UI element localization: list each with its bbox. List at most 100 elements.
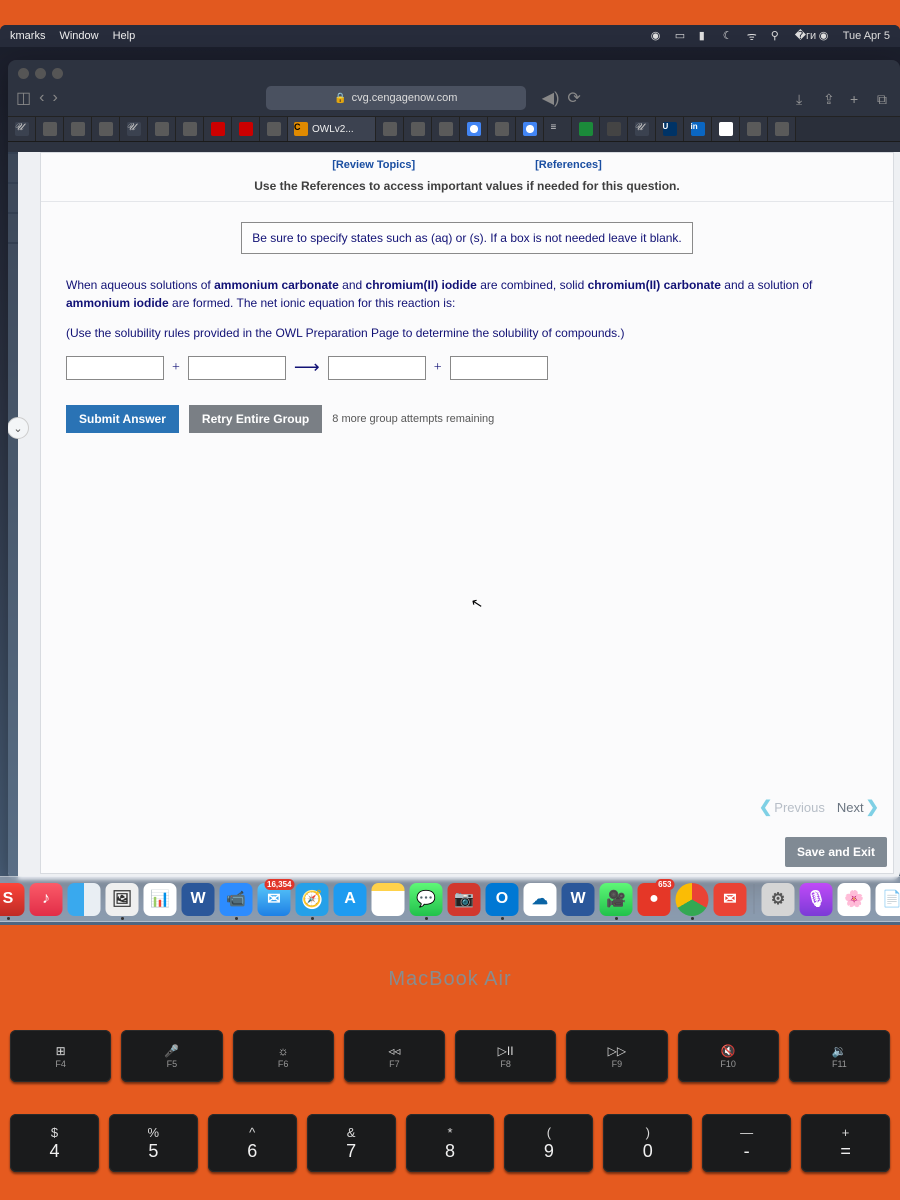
tab[interactable]: ≡ [544, 117, 572, 141]
dock-word[interactable]: W [182, 883, 215, 916]
dock-music[interactable]: ♪ [30, 883, 63, 916]
tab[interactable] [432, 117, 460, 141]
tab[interactable] [36, 117, 64, 141]
retry-group-button[interactable]: Retry Entire Group [189, 405, 322, 433]
tab[interactable] [232, 117, 260, 141]
dock-onedrive[interactable]: ☁ [524, 883, 557, 916]
dock-preview[interactable]: 🖼 [106, 883, 139, 916]
keyboard: ⊞F4🎤F5☼F6◃◃F7▷IIF8▷▷F9🔇F10🔉F11 $4%5^6&7*… [5, 1030, 895, 1172]
dock-word2[interactable]: W [562, 883, 595, 916]
reactant-2-input[interactable] [188, 356, 286, 380]
tab[interactable] [260, 117, 288, 141]
save-and-exit-button[interactable]: Save and Exit [785, 837, 887, 867]
macbook-air-label: MacBook Air [0, 968, 900, 991]
dock-photobooth[interactable]: 📷 [448, 883, 481, 916]
tabs-icon[interactable]: ⧉ [877, 91, 892, 106]
tab[interactable] [204, 117, 232, 141]
dock-app-red[interactable]: ●653 [638, 883, 671, 916]
sidebar-toggle-icon[interactable]: ◫ [16, 88, 31, 108]
reactant-1-input[interactable] [66, 356, 164, 380]
tab[interactable] [404, 117, 432, 141]
menu-kmarks[interactable]: kmarks [10, 30, 45, 42]
reload-icon[interactable]: ⟳ [567, 88, 580, 108]
dock-mail[interactable]: ✉16,354 [258, 883, 291, 916]
tab[interactable] [176, 117, 204, 141]
tab[interactable] [376, 117, 404, 141]
tab[interactable] [516, 117, 544, 141]
dock-zoom[interactable]: 📹 [220, 883, 253, 916]
dock-safari[interactable]: 🧭 [296, 883, 329, 916]
control-center-icon[interactable]: �ги [795, 29, 809, 43]
spotlight-icon[interactable]: ⚲ [771, 29, 785, 43]
dock-notes[interactable] [372, 883, 405, 916]
tab[interactable] [64, 117, 92, 141]
tab[interactable]: U [656, 117, 684, 141]
chevron-left-icon: ❮ [759, 797, 772, 817]
tab[interactable] [712, 117, 740, 141]
wifi-icon[interactable]: ᯤ [747, 29, 761, 43]
siri-icon[interactable]: ◉ [819, 29, 833, 43]
tab[interactable] [572, 117, 600, 141]
tab[interactable]: 𝓤 [8, 117, 36, 141]
url-bar[interactable]: 🔒 cvg.cengagenow.com [266, 86, 526, 110]
dock-folder[interactable]: 📄 [876, 883, 900, 916]
menubar-clock[interactable]: Tue Apr 5 [843, 30, 890, 42]
reader-icon[interactable]: ◀) [542, 88, 560, 108]
next-button[interactable]: Next ❯ [837, 797, 879, 817]
record-icon[interactable]: ◉ [651, 29, 665, 43]
dock-appstore[interactable]: A [334, 883, 367, 916]
back-icon[interactable]: ‹ [39, 89, 44, 107]
dock: S ♪ 🖼 📊 W 📹 ✉16,354 🧭 A 💬 📷 O ☁ W 🎥 ●653… [0, 876, 900, 922]
downloads-icon[interactable]: ⤓ [796, 91, 811, 106]
tab[interactable]: in [684, 117, 712, 141]
fn-key-f11: 🔉F11 [789, 1030, 890, 1082]
nav-buttons: ❮ Previous Next ❯ [759, 797, 879, 817]
dock-photos[interactable]: 🌸 [838, 883, 871, 916]
tab-owlv2[interactable]: C OWLv2... [288, 117, 376, 141]
product-1-input[interactable] [328, 356, 426, 380]
close-window-icon[interactable] [18, 68, 29, 79]
references-link[interactable]: [References] [535, 159, 602, 171]
maximize-window-icon[interactable] [52, 68, 63, 79]
tab[interactable]: 𝓤 [628, 117, 656, 141]
fn-key-f6: ☼F6 [233, 1030, 334, 1082]
fn-key-f8: ▷IIF8 [455, 1030, 556, 1082]
tab[interactable]: 𝓤 [120, 117, 148, 141]
tab[interactable] [740, 117, 768, 141]
dock-gmail[interactable]: ✉ [714, 883, 747, 916]
tab[interactable] [768, 117, 796, 141]
dock-finder[interactable] [68, 883, 101, 916]
num-key-9: (9 [504, 1114, 593, 1172]
tab[interactable] [600, 117, 628, 141]
minimize-window-icon[interactable] [35, 68, 46, 79]
forward-icon[interactable]: › [52, 89, 57, 107]
share-icon[interactable]: ⇪ [823, 91, 838, 106]
battery-icon[interactable]: ▮ [699, 29, 713, 43]
tab[interactable] [488, 117, 516, 141]
display-icon[interactable]: ▭ [675, 29, 689, 43]
previous-button[interactable]: ❮ Previous [759, 797, 825, 817]
collapse-chevron-icon[interactable]: ⌄ [8, 417, 29, 439]
dock-numbers[interactable]: 📊 [144, 883, 177, 916]
tab[interactable] [148, 117, 176, 141]
tab[interactable] [460, 117, 488, 141]
dock-systemprefs[interactable]: ⚙ [762, 883, 795, 916]
menubar: kmarks Window Help ◉ ▭ ▮ ☾ ᯤ ⚲ �ги ◉ Tue… [0, 25, 900, 47]
dock-messages[interactable]: 💬 [410, 883, 443, 916]
review-topics-link[interactable]: [Review Topics] [332, 159, 415, 171]
attempts-remaining: 8 more group attempts remaining [332, 411, 494, 428]
menu-help[interactable]: Help [113, 30, 136, 42]
hint-box: Be sure to specify states such as (aq) o… [241, 222, 693, 254]
dock-outlook[interactable]: O [486, 883, 519, 916]
tab[interactable] [92, 117, 120, 141]
dock-facetime[interactable]: 🎥 [600, 883, 633, 916]
dock-chrome[interactable] [676, 883, 709, 916]
moon-icon[interactable]: ☾ [723, 29, 737, 43]
dock-podcasts[interactable]: 🎙 [800, 883, 833, 916]
product-2-input[interactable] [450, 356, 548, 380]
dock-shortcuts[interactable]: S [0, 883, 25, 916]
num-key-7: &7 [307, 1114, 396, 1172]
menu-window[interactable]: Window [59, 30, 98, 42]
submit-answer-button[interactable]: Submit Answer [66, 405, 179, 433]
new-tab-icon[interactable]: + [850, 91, 865, 106]
